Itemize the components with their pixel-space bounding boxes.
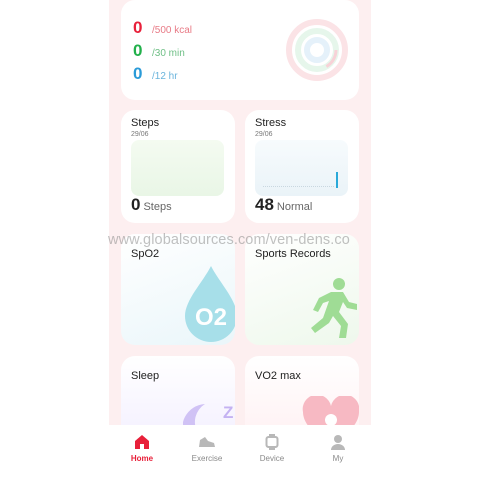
tab-my-label: My	[332, 454, 344, 463]
stand-unit: /12 hr	[152, 71, 178, 82]
tab-device[interactable]: Device	[242, 434, 302, 463]
stress-bar	[336, 172, 338, 188]
exercise-unit: /30 min	[152, 48, 185, 59]
stress-value: 48	[255, 195, 274, 214]
tab-home[interactable]: Home	[112, 434, 172, 463]
vo2-max-title: VO2 max	[255, 370, 301, 382]
watermark-text: www.globalsources.com/ven-dens.co	[108, 232, 350, 248]
steps-unit: Steps	[143, 201, 172, 213]
home-icon	[135, 435, 149, 449]
sports-records-card[interactable]: Sports Records	[245, 234, 359, 345]
tab-exercise[interactable]: Exercise	[177, 434, 237, 463]
stress-title: Stress	[255, 117, 287, 129]
oxygen-drop-icon: O2	[185, 266, 235, 342]
tab-exercise-label: Exercise	[191, 454, 223, 463]
person-icon	[331, 435, 345, 450]
activity-summary-card[interactable]: 0 /500 kcal 0 /30 min 0 /12 hr	[121, 0, 359, 100]
tab-home-label: Home	[130, 454, 154, 463]
running-person-icon	[311, 278, 357, 338]
sports-records-title: Sports Records	[255, 248, 331, 260]
steps-title: Steps	[131, 117, 160, 129]
stand-value: 0	[133, 64, 143, 83]
shoe-icon	[199, 437, 215, 447]
steps-value-row: 0 Steps	[131, 195, 172, 215]
steps-card[interactable]: Steps 29/06 0 Steps	[121, 110, 235, 223]
steps-value: 0	[131, 195, 141, 214]
stress-value-row: 48 Normal	[255, 195, 312, 215]
steps-date: 29/06	[131, 131, 149, 138]
spo2-title: SpO2	[131, 248, 160, 260]
stress-card[interactable]: Stress 29/06 48 Normal	[245, 110, 359, 223]
oxygen-drop-label: O2	[195, 304, 227, 331]
steps-chart	[131, 140, 224, 196]
tab-device-label: Device	[259, 454, 285, 463]
spo2-card[interactable]: SpO2 O2	[121, 234, 235, 345]
calories-unit: /500 kcal	[152, 25, 193, 36]
stress-date: 29/06	[255, 131, 273, 138]
sleep-title: Sleep	[131, 370, 160, 382]
exercise-goal: 0 /30 min	[133, 41, 185, 61]
stress-chart	[255, 140, 348, 196]
calories-value: 0	[133, 18, 143, 37]
watch-icon	[265, 434, 279, 450]
stress-unit: Normal	[276, 201, 313, 213]
exercise-value: 0	[133, 41, 143, 60]
calories-goal: 0 /500 kcal	[133, 18, 192, 38]
sleep-z-label: Z	[223, 403, 233, 422]
stress-baseline	[263, 186, 334, 187]
activity-rings-icon	[286, 19, 348, 81]
stand-goal: 0 /12 hr	[133, 64, 178, 84]
bottom-tab-bar: Home Exercise Device My	[109, 425, 371, 480]
tab-my[interactable]: My	[308, 434, 368, 463]
